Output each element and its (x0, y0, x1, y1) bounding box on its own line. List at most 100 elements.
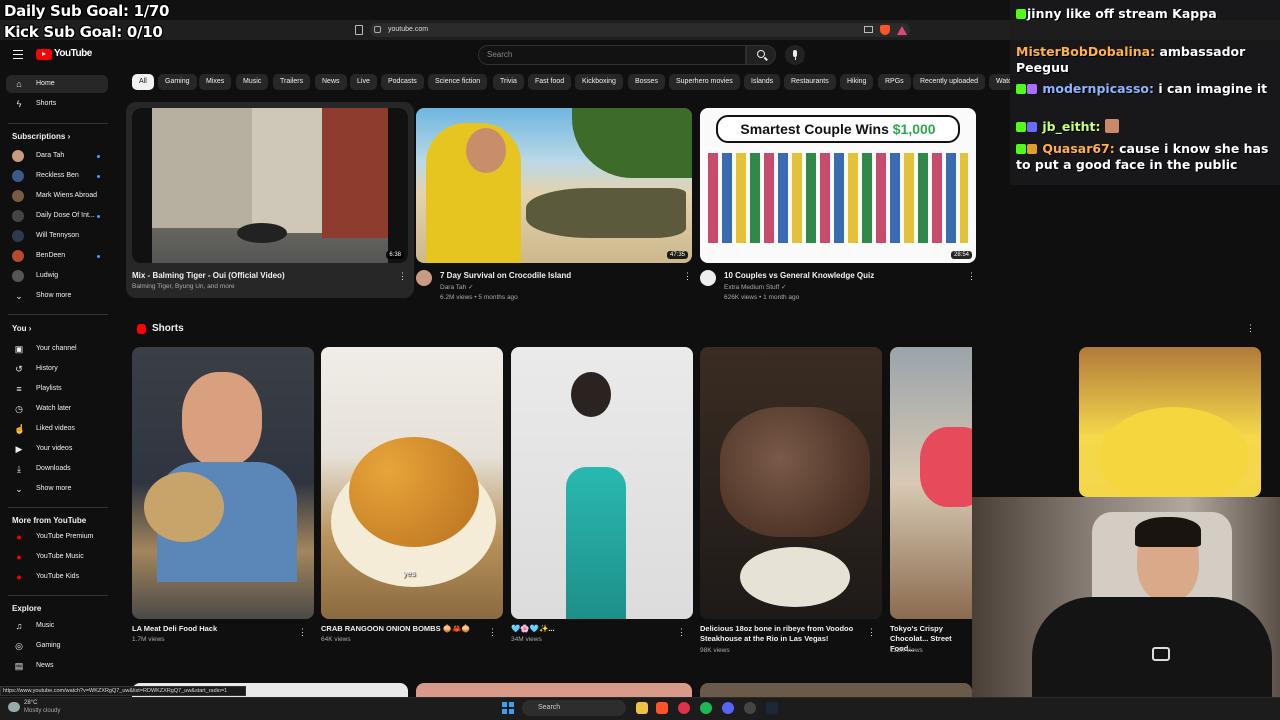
video-thumbnail[interactable]: 47:35 (416, 108, 692, 263)
app-icon[interactable] (678, 702, 690, 714)
spotify-icon[interactable] (700, 702, 712, 714)
chip-podcasts[interactable]: Podcasts (381, 74, 424, 90)
sidebar-item-home[interactable]: ⌂ Home (6, 75, 108, 93)
chip-all[interactable]: All (132, 74, 154, 90)
sidebar-item-liked-videos[interactable]: ☝ Liked videos (6, 420, 108, 438)
video-thumbnail[interactable]: Smartest Couple Wins $1,000 28:54 (700, 108, 976, 263)
daily-sub-goal: Daily Sub Goal: 1/70 (4, 2, 170, 20)
subscriptions-heading[interactable]: Subscriptions › (12, 132, 70, 141)
short-thumbnail[interactable] (890, 347, 972, 619)
chip-hiking[interactable]: Hiking (840, 74, 874, 90)
more-options-icon[interactable]: ⋮ (683, 271, 692, 282)
file-explorer-icon[interactable] (636, 702, 648, 714)
short-thumbnail[interactable] (511, 347, 693, 619)
chip-bosses[interactable]: Bosses (628, 74, 665, 90)
search-button[interactable] (746, 45, 776, 65)
more-options-icon[interactable]: ⋮ (1246, 323, 1255, 334)
chip-trailers[interactable]: Trailers (273, 74, 311, 90)
start-button-icon[interactable] (502, 702, 514, 714)
short-thumbnail[interactable]: yes (321, 347, 503, 619)
sidebar-item-subscription[interactable]: Ludwig (6, 267, 108, 285)
chip-kickboxing[interactable]: Kickboxing (575, 74, 623, 90)
video-title[interactable]: Mix - Balming Tiger - Oui (Official Vide… (132, 271, 285, 280)
video-channel[interactable]: Dara Tah ✓ (440, 283, 474, 291)
sidebar-item-subscription[interactable]: Will Tennyson (6, 227, 108, 245)
short-title[interactable]: CRAB RANGOON ONION BOMBS 🧅🦀🧅 (321, 624, 491, 634)
chip-news[interactable]: News (315, 74, 347, 90)
video-thumbnail[interactable] (416, 683, 692, 697)
sidebar-item-your-videos[interactable]: ▶ Your videos (6, 440, 108, 458)
taskbar-search[interactable]: Search (522, 700, 626, 716)
sidebar-item-your-channel[interactable]: ▣ Your channel (6, 340, 108, 358)
sidebar-item-downloads[interactable]: ⤓ Downloads (6, 460, 108, 478)
short-title[interactable]: Delicious 18oz bone in ribeye from Voodo… (700, 624, 870, 644)
more-options-icon[interactable]: ⋮ (398, 271, 407, 282)
sidebar-item-youtube-music[interactable]: ● YouTube Music (6, 548, 108, 566)
video-channel[interactable]: Extra Medium Stuff ✓ (724, 283, 786, 291)
sidebar-item-subscription[interactable]: Dara Tah (6, 147, 108, 165)
chip-recently-uploaded[interactable]: Recently uploaded (913, 74, 985, 90)
sidebar-item-youtube-premium[interactable]: ● YouTube Premium (6, 528, 108, 546)
brave-rewards-icon[interactable] (897, 26, 907, 35)
address-bar[interactable]: youtube.com (370, 23, 910, 37)
sidebar-item-music[interactable]: ♫ Music (6, 617, 108, 635)
you-heading[interactable]: You › (12, 324, 31, 333)
chip-rpgs[interactable]: RPGs (878, 74, 911, 90)
chip-trivia[interactable]: Trivia (493, 74, 524, 90)
video-channel[interactable]: Balming Tiger, Byung Un, and more (132, 283, 235, 290)
chat-message: jb_eitht: (1016, 119, 1274, 135)
channel-avatar[interactable] (416, 270, 432, 286)
video-thumbnail[interactable] (700, 683, 972, 697)
site-info-icon[interactable] (374, 26, 381, 33)
sidebar-item-shorts[interactable]: ϟ Shorts (6, 95, 108, 113)
chip-music[interactable]: Music (236, 74, 269, 90)
brave-shield-icon[interactable] (880, 25, 890, 35)
sidebar-item-subscription[interactable]: BenDeen (6, 247, 108, 265)
short-title[interactable]: LA Meat Deli Food Hack (132, 624, 302, 634)
sidebar-item-watch-later[interactable]: ◷ Watch later (6, 400, 108, 418)
sidebar-item-news[interactable]: ▤ News (6, 657, 108, 675)
obs-icon[interactable] (744, 702, 756, 714)
sidebar-show-more[interactable]: ⌄ Show more (6, 287, 108, 305)
weather-temp[interactable]: 28°C (24, 700, 37, 706)
more-options-icon[interactable]: ⋮ (867, 627, 876, 638)
video-title[interactable]: 10 Couples vs General Knowledge Quiz (724, 271, 874, 280)
more-options-icon[interactable]: ⋮ (298, 627, 307, 638)
screen-cast-icon[interactable] (864, 26, 873, 33)
youtube-logo[interactable]: YouTube (36, 48, 106, 62)
sidebar-show-more-you[interactable]: ⌄ Show more (6, 480, 108, 498)
video-title[interactable]: 7 Day Survival on Crocodile Island (440, 271, 571, 280)
chip-fast-food[interactable]: Fast food (528, 74, 572, 90)
sidebar-item-subscription[interactable]: Daily Dose Of Int... (6, 207, 108, 225)
search-input[interactable]: Search (478, 45, 746, 65)
video-thumbnail[interactable]: 6:38 (132, 108, 408, 263)
discord-icon[interactable] (722, 702, 734, 714)
more-options-icon[interactable]: ⋮ (677, 627, 686, 638)
chip-science-fiction[interactable]: Science fiction (428, 74, 488, 90)
chip-restaurants[interactable]: Restaurants (784, 74, 836, 90)
chip-gaming[interactable]: Gaming (158, 74, 197, 90)
sidebar-item-playlists[interactable]: ≡ Playlists (6, 380, 108, 398)
short-title[interactable]: 🩵🌸🩵✨... (511, 624, 681, 634)
weather-icon[interactable] (8, 702, 20, 712)
chip-live[interactable]: Live (350, 74, 377, 90)
steam-icon[interactable] (766, 702, 778, 714)
bookmark-icon[interactable] (355, 25, 363, 35)
more-options-icon[interactable]: ⋮ (967, 271, 976, 282)
sidebar-item-youtube-kids[interactable]: ● YouTube Kids (6, 568, 108, 586)
short-thumbnail[interactable] (132, 347, 314, 619)
chip-mixes[interactable]: Mixes (199, 74, 232, 90)
sidebar-item-subscription[interactable]: Reckless Ben (6, 167, 108, 185)
sidebar-item-history[interactable]: ↺ History (6, 360, 108, 378)
chip-superhero-movies[interactable]: Superhero movies (669, 74, 740, 90)
more-options-icon[interactable]: ⋮ (488, 627, 497, 638)
voice-search-button[interactable] (785, 45, 805, 65)
brave-browser-icon[interactable] (656, 702, 668, 714)
short-thumbnail[interactable] (1079, 347, 1261, 497)
hamburger-menu-icon[interactable] (13, 50, 23, 59)
channel-avatar[interactable] (700, 270, 716, 286)
sidebar-item-subscription[interactable]: Mark Wiens Abroad (6, 187, 108, 205)
sidebar-item-gaming[interactable]: ◎ Gaming (6, 637, 108, 655)
chip-islands[interactable]: Islands (744, 74, 781, 90)
short-thumbnail[interactable] (700, 347, 882, 619)
